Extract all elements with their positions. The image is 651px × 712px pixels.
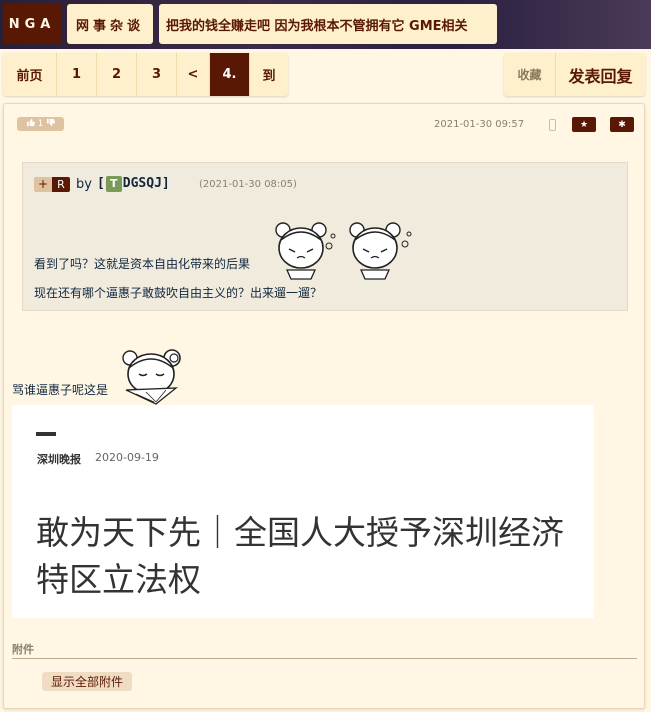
- attachments-label: 附件: [12, 643, 34, 656]
- page-current: 4.: [210, 53, 250, 96]
- article-dash: [36, 432, 56, 436]
- thumbs-down-icon[interactable]: [46, 118, 56, 130]
- page-3-button[interactable]: 3: [137, 53, 177, 96]
- favorite-button[interactable]: 收藏: [504, 53, 556, 96]
- sticker-girl-fan: [122, 349, 181, 405]
- page-2-button[interactable]: 2: [97, 53, 137, 96]
- vote-count: 1: [37, 119, 44, 129]
- breadcrumb-forum[interactable]: 网事杂谈: [67, 4, 153, 44]
- mobile-client-icon: [549, 119, 556, 131]
- article-source: 深圳晚报: [37, 453, 81, 466]
- gear-icon[interactable]: ✱: [610, 117, 634, 132]
- page-first-button[interactable]: 前页: [3, 53, 57, 96]
- article-date: 2020-09-19: [95, 451, 159, 464]
- embedded-article[interactable]: 深圳晚报 2020-09-19 敢为天下先｜全国人大授予深圳经济特区立法权: [12, 405, 594, 618]
- quote-line-1: 看到了吗？这就是资本自由化带来的后果: [34, 257, 251, 271]
- star-icon[interactable]: ★: [572, 117, 596, 132]
- thread-actions: 收藏 发表回复: [504, 53, 645, 96]
- quote-user-link[interactable]: [T DGSQJ]: [97, 176, 170, 192]
- nga-logo[interactable]: NGA: [3, 4, 61, 44]
- attachments-divider: [12, 658, 637, 659]
- breadcrumb-thread-title[interactable]: 把我的钱全赚走吧 因为我根本不管拥有它 GME相关: [159, 4, 497, 44]
- page-goto-button[interactable]: 到: [250, 53, 288, 96]
- thumbs-up-icon[interactable]: [26, 118, 35, 130]
- sticker-girl-sweat-1: [275, 222, 336, 280]
- pagination: 前页 1 2 3 < 4. 到: [3, 53, 288, 96]
- quote-r-button[interactable]: R: [52, 176, 70, 192]
- article-title[interactable]: 敢为天下先｜全国人大授予深圳经济特区立法权: [36, 509, 581, 603]
- sticker-girl-sweat-2: [349, 222, 412, 280]
- quote-time: (2021-01-30 08:05): [199, 179, 297, 190]
- post-text: 骂谁逼惠子呢这是: [12, 383, 109, 397]
- quote-plus-button[interactable]: +: [34, 176, 52, 192]
- post-time: 2021-01-30 09:57: [434, 119, 525, 130]
- vote-widget[interactable]: 1: [17, 117, 64, 131]
- post: 1 2021-01-30 09:57 ★ ✱ + R by [T DGSQJ] (…: [3, 103, 645, 709]
- quote-header: + R by [T DGSQJ]: [34, 176, 170, 192]
- quote-by-label: by: [76, 176, 92, 192]
- page-1-button[interactable]: 1: [57, 53, 97, 96]
- reply-button[interactable]: 发表回复: [556, 53, 645, 96]
- page-prev-button[interactable]: <: [177, 53, 210, 96]
- quote-line-2: 现在还有哪个逼惠子敢鼓吹自由主义的？出来遛一遛？: [34, 286, 323, 300]
- user-badge: T: [105, 176, 122, 192]
- quote-block: + R by [T DGSQJ] (2021-01-30 08:05) 看到了吗？…: [22, 162, 628, 311]
- show-all-attachments-button[interactable]: 显示全部附件: [42, 672, 132, 691]
